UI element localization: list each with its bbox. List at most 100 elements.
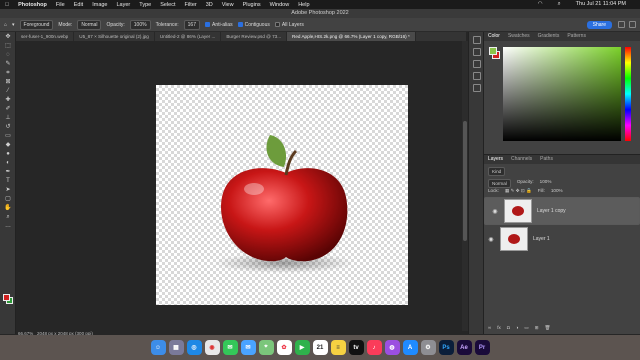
paint-bucket-icon[interactable]: ▾ [12,22,15,28]
clone-stamp-icon[interactable]: ⊥ [2,115,14,122]
healing-brush-icon[interactable]: ✚ [2,97,14,104]
tab-color[interactable]: Color [488,32,500,41]
foreground-color-chip[interactable] [489,47,497,55]
menu-layer[interactable]: Layer [117,2,131,8]
libraries-icon[interactable] [473,72,481,80]
tab-doc-2[interactable]: U5_87 × Silhouette original (2).jpg [74,32,155,41]
mail-icon[interactable]: ✉ [240,340,256,355]
messages-icon[interactable]: ✉ [222,340,238,355]
color-picker-field[interactable] [503,47,621,141]
menu-3d[interactable]: 3D [206,2,213,8]
zoom-tool-icon[interactable]: ⌕ [2,214,14,221]
new-layer-icon[interactable]: ⊞ [535,325,539,331]
fill-source-select[interactable]: Foreground [19,19,54,30]
brush-tool-icon[interactable]: ✐ [2,106,14,113]
lasso-tool-icon[interactable]: ◌ [2,52,14,59]
tab-swatches[interactable]: Swatches [508,32,530,41]
menu-window[interactable]: Window [270,2,290,8]
notes-icon[interactable]: ≡ [330,340,346,355]
layer-opacity-input[interactable]: 100% [540,179,552,188]
premiere-icon[interactable]: Pr [474,340,490,355]
tab-doc-active[interactable]: Red Apple,HIS.2k.png @ 66.7% (Layer 1 co… [287,32,416,41]
menu-file[interactable]: File [56,2,65,8]
contiguous-checkbox[interactable]: Contiguous [237,22,270,28]
opacity-input[interactable]: 100% [129,19,151,30]
type-tool-icon[interactable]: T [2,178,14,185]
link-icon[interactable]: ∞ [488,325,491,331]
pen-tool-icon[interactable]: ✒ [2,169,14,176]
tolerance-input[interactable]: 167 [183,19,200,30]
all-layers-checkbox[interactable]: All Layers [274,22,304,28]
canvas-area[interactable] [16,41,464,331]
tab-patterns[interactable]: Patterns [567,32,586,41]
menu-plugins[interactable]: Plugins [243,2,261,8]
finder-icon[interactable]: ☺ [150,340,166,355]
workspace-icon[interactable] [629,21,636,28]
menu-filter[interactable]: Filter [185,2,197,8]
move-tool-icon[interactable]: ✥ [2,34,14,41]
aftereffects-icon[interactable]: Ae [456,340,472,355]
antialias-checkbox[interactable]: Anti-alias [205,22,233,28]
maps-icon[interactable]: ⌖ [258,340,274,355]
layer-name[interactable]: Layer 1 copy [537,208,566,214]
facetime-icon[interactable]: ▶ [294,340,310,355]
hand-tool-icon[interactable]: ✋ [2,205,14,212]
tab-doc-1[interactable]: ser-fuser-1_900n.webp [16,32,75,41]
calendar-icon[interactable]: 21 [312,340,328,355]
adjustment-layer-icon[interactable]: ◑ [516,325,519,331]
photoshop-icon[interactable]: Ps [438,340,454,355]
tab-doc-4[interactable]: Burger Review.psd @ 73... [221,32,288,41]
wifi-icon[interactable]: ◠ [538,1,543,8]
brush-settings-icon[interactable] [473,84,481,92]
layer-row[interactable]: ◉ Layer 1 [484,225,640,253]
crop-tool-icon[interactable]: ⌗ [2,70,14,77]
appstore-icon[interactable]: A [402,340,418,355]
tab-channels[interactable]: Channels [511,155,532,164]
tab-gradients[interactable]: Gradients [538,32,560,41]
photos-icon[interactable]: ✿ [276,340,292,355]
hue-slider[interactable] [625,47,631,141]
layer-name[interactable]: Layer 1 [533,236,550,242]
settings-icon[interactable]: ⚙ [420,340,436,355]
eye-icon[interactable]: ◉ [487,236,495,243]
eye-icon[interactable]: ◉ [491,208,499,215]
frame-tool-icon[interactable]: ⊠ [2,79,14,86]
mode-select[interactable]: Normal [77,19,102,30]
marquee-tool-icon[interactable]: ⬚ [2,43,14,50]
group-icon[interactable]: ▭ [524,325,528,331]
app-menu[interactable]: Photoshop [18,2,47,8]
menu-edit[interactable]: Edit [74,2,83,8]
more-tools-icon[interactable]: … [2,223,14,230]
menu-help[interactable]: Help [298,2,309,8]
document-canvas[interactable] [156,85,408,305]
tab-doc-3[interactable]: Untitled-2 @ 86% (Layer ... [155,32,222,41]
apple-menu-icon[interactable]:  [5,2,9,8]
scroll-thumb[interactable] [463,121,467,241]
paint-bucket-tool-icon[interactable]: ◆ [2,142,14,149]
layer-filter-select[interactable]: Kind [488,167,506,176]
chrome-icon[interactable]: ◉ [204,340,220,355]
adjustments-icon[interactable] [473,60,481,68]
path-select-icon[interactable]: ➤ [2,187,14,194]
search-icon[interactable]: ⌕ [558,1,561,8]
search-icon[interactable] [618,21,625,28]
tab-layers[interactable]: Layers [488,155,503,164]
music-icon[interactable]: ♪ [366,340,382,355]
lock-icon[interactable]: ▦ ✎ ✥ ⊡ 🔒 [505,188,532,194]
rectangle-tool-icon[interactable]: ▢ [2,196,14,203]
menu-type[interactable]: Type [139,2,151,8]
blend-mode-select[interactable]: Normal [488,179,511,188]
menu-image[interactable]: Image [92,2,107,8]
mask-icon[interactable]: ◘ [507,325,510,331]
share-button[interactable]: Share [586,21,612,29]
eyedropper-tool-icon[interactable]: ⁄ [2,88,14,95]
tv-icon[interactable]: tv [348,340,364,355]
properties-icon[interactable] [473,48,481,56]
layer-row[interactable]: ◉ Layer 1 copy [484,197,640,225]
fx-icon[interactable]: fx [497,325,501,331]
quick-select-tool-icon[interactable]: ✎ [2,61,14,68]
trash-icon[interactable]: 🗑 [545,325,551,331]
safari-icon[interactable]: ◎ [186,340,202,355]
eraser-tool-icon[interactable]: ▭ [2,133,14,140]
launchpad-icon[interactable]: ▦ [168,340,184,355]
